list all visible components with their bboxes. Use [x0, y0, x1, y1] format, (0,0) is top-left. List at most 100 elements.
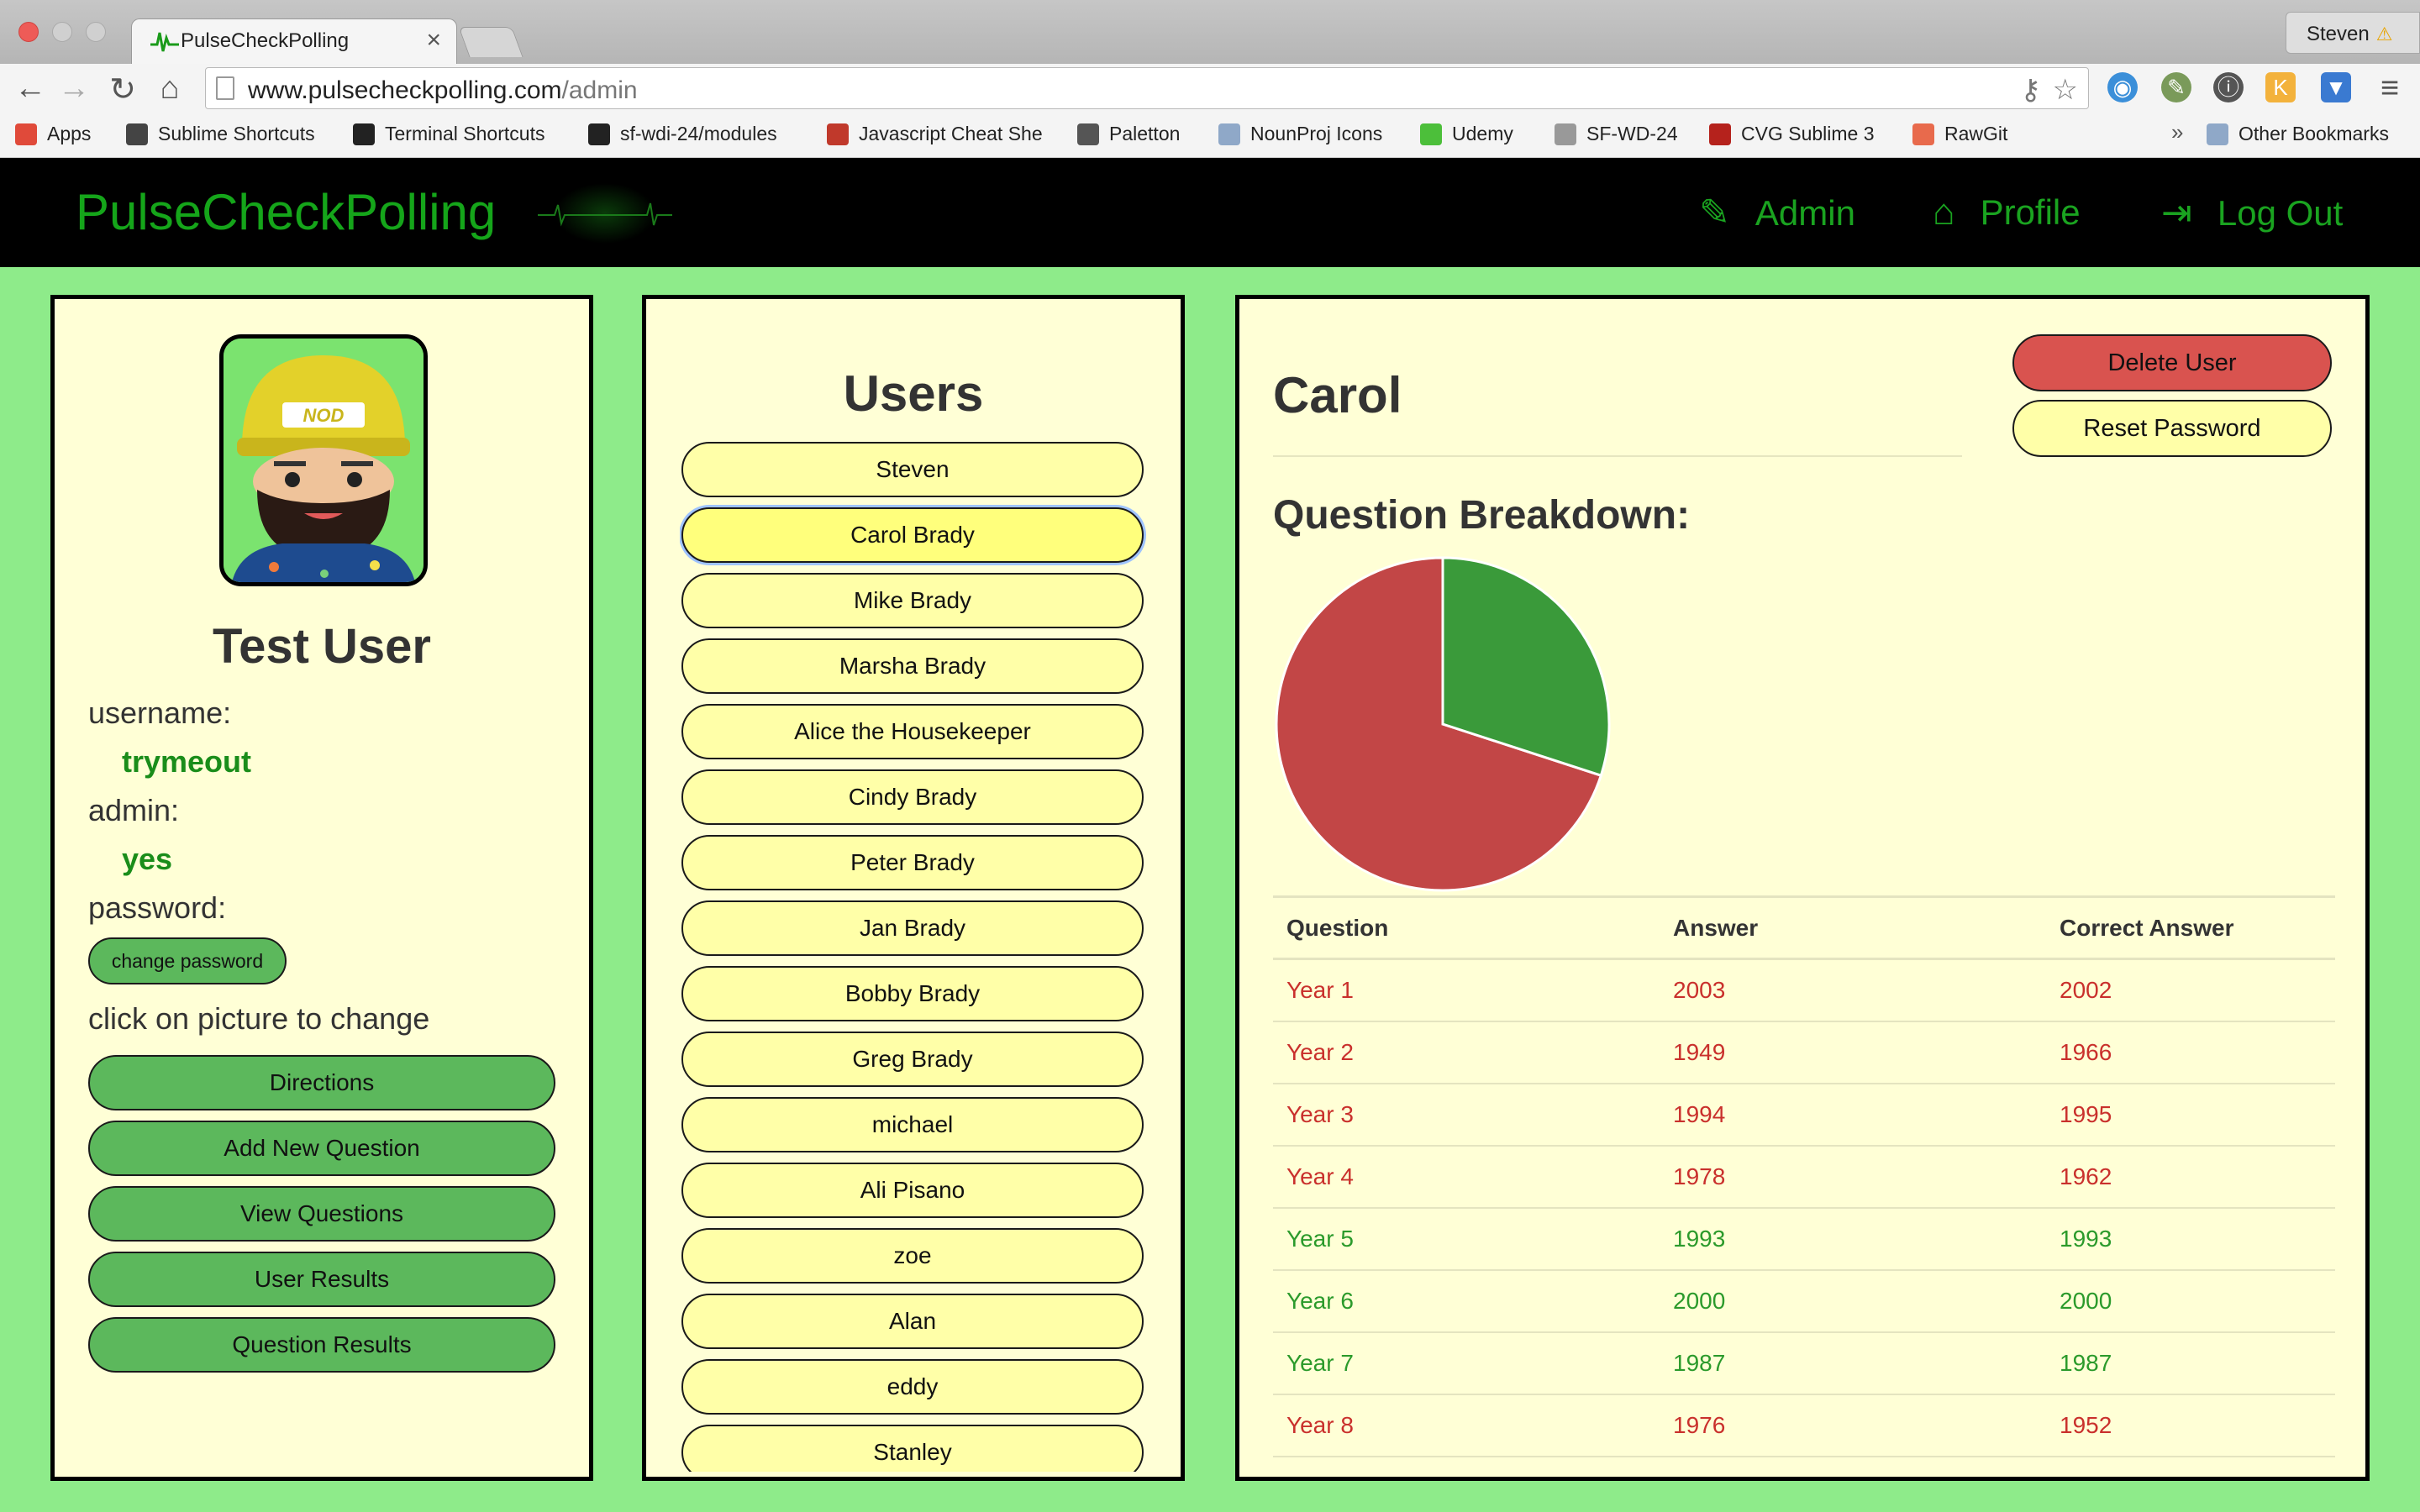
eyedropper-extension-icon[interactable]: ✎: [2161, 72, 2191, 102]
user-list-item[interactable]: Jan Brady: [681, 900, 1144, 956]
column-header: Question: [1273, 895, 1660, 960]
address-bar[interactable]: www.pulsecheckpolling.com/admin ⚷ ☆: [205, 67, 2089, 109]
user-list-item[interactable]: eddy: [681, 1359, 1144, 1415]
user-list-item[interactable]: Bobby Brady: [681, 966, 1144, 1021]
user-list-item[interactable]: Marsha Brady: [681, 638, 1144, 694]
star-bookmark-icon[interactable]: ☆: [2053, 73, 2078, 107]
table-cell-answer: 1976: [1660, 1394, 2046, 1457]
browser-tab[interactable]: PulseCheckPolling ×: [131, 18, 457, 64]
table-cell-question: Year 1: [1273, 958, 1660, 1022]
table-cell-correct: 2002: [2046, 958, 2335, 1022]
bookmark-item[interactable]: CVG Sublime 3: [1709, 123, 1875, 145]
bookmark-item[interactable]: Apps: [15, 123, 91, 145]
user-list-item[interactable]: Alice the Housekeeper: [681, 704, 1144, 759]
sushi-icon: [1912, 123, 1934, 145]
warning-icon: ⚠: [2375, 24, 2393, 45]
kanbanize-extension-icon[interactable]: K: [2265, 72, 2296, 102]
admin-label: admin:: [88, 793, 180, 827]
bookmark-extension-icon[interactable]: ▼: [2321, 72, 2351, 102]
browser-tabstrip: PulseCheckPolling × Steven ⚠: [0, 0, 2420, 64]
table-cell-question: Year 2: [1273, 1021, 1660, 1084]
user-list-item[interactable]: Steven: [681, 442, 1144, 497]
change-password-button[interactable]: change password: [88, 937, 287, 984]
results-table: Question Answer Correct Answer Year 1 2003 2…: [1273, 895, 2335, 1457]
home-icon[interactable]: ⌂: [151, 71, 188, 107]
bookmark-label: sf-wdi-24/modules: [620, 123, 777, 144]
reload-icon[interactable]: ↻: [104, 71, 141, 108]
wrench-icon: ✎: [1699, 192, 1730, 234]
table-row: Year 8 1976 1952: [1273, 1394, 2335, 1457]
tab-close-icon[interactable]: ×: [426, 26, 441, 55]
bookmark-item[interactable]: NounProj Icons: [1218, 123, 1382, 145]
users-title: Users: [843, 365, 984, 422]
table-cell-question: Year 3: [1273, 1083, 1660, 1147]
back-arrow-icon[interactable]: ←: [12, 71, 49, 107]
divider: [1273, 455, 1962, 457]
bookmark-item[interactable]: Sublime Shortcuts: [126, 123, 315, 145]
table-cell-question: Year 8: [1273, 1394, 1660, 1457]
profile-switcher-button[interactable]: Steven ⚠: [2286, 12, 2420, 54]
profile-panel: NOD Test User username: trymeout admin: …: [50, 295, 593, 1481]
other-bookmarks[interactable]: Other Bookmarks: [2207, 123, 2389, 145]
window-minimize-button[interactable]: [52, 22, 72, 42]
nav-link-label: Admin: [1754, 193, 1855, 233]
nav-link-profile[interactable]: ⌂ Profile: [1933, 192, 2081, 234]
delete-user-button[interactable]: Delete User: [2012, 334, 2332, 391]
brand-logo-text[interactable]: PulseCheckPolling: [76, 183, 496, 241]
key-icon[interactable]: ⚷: [2020, 73, 2041, 107]
forward-arrow-icon[interactable]: →: [55, 71, 92, 107]
info-extension-icon[interactable]: ⓘ: [2213, 72, 2244, 102]
avatar[interactable]: NOD: [219, 334, 428, 586]
user-list-item[interactable]: michael: [681, 1097, 1144, 1152]
selected-user-name: Carol: [1273, 367, 1402, 423]
new-tab-button[interactable]: [458, 27, 523, 57]
table-cell-correct: 2000: [2046, 1269, 2335, 1333]
bookmark-item[interactable]: Paletton: [1077, 123, 1180, 145]
page-icon: [1555, 123, 1576, 145]
user-list-item[interactable]: Stanley: [681, 1425, 1144, 1472]
bookmark-item[interactable]: Udemy: [1420, 123, 1513, 145]
book-icon: [827, 123, 849, 145]
bookmark-item[interactable]: sf-wdi-24/modules: [588, 123, 777, 145]
table-cell-answer: 1949: [1660, 1021, 2046, 1084]
window-close-button[interactable]: [18, 22, 39, 42]
user-list-item[interactable]: Cindy Brady: [681, 769, 1144, 825]
users-list[interactable]: Steven Carol Brady Mike Brady Marsha Brady A…: [680, 442, 1147, 1472]
nav-link-log-out[interactable]: ⇥ Log Out: [2161, 192, 2343, 234]
table-cell-question: Year 4: [1273, 1145, 1660, 1209]
table-row: Year 5 1993 1993: [1273, 1207, 2335, 1271]
directions-button[interactable]: Directions: [88, 1055, 555, 1110]
username-value: trymeout: [122, 744, 252, 779]
bookmark-item[interactable]: Terminal Shortcuts: [353, 123, 544, 145]
password-label: password:: [88, 890, 227, 925]
user-list-item[interactable]: Ali Pisano: [681, 1163, 1144, 1218]
bookmark-item[interactable]: Javascript Cheat She: [827, 123, 1043, 145]
user-list-item[interactable]: zoe: [681, 1228, 1144, 1284]
user-list-item[interactable]: Carol Brady: [681, 507, 1144, 563]
user-list-item[interactable]: Alan: [681, 1294, 1144, 1349]
table-cell-answer: 1978: [1660, 1145, 2046, 1209]
bookmarks-overflow-icon[interactable]: »: [2171, 119, 2183, 145]
nav-link-admin[interactable]: ✎ Admin: [1699, 192, 1855, 234]
app-navbar: PulseCheckPolling ✎ Admin ⌂ Profile ⇥ Log Out: [0, 158, 2420, 267]
bookmark-item[interactable]: RawGit: [1912, 123, 2007, 145]
table-cell-answer: 2003: [1660, 958, 2046, 1022]
globe-extension-icon[interactable]: ◉: [2107, 72, 2138, 102]
palette-icon: [1077, 123, 1099, 145]
menu-hamburger-icon[interactable]: ≡: [2371, 71, 2408, 107]
add-new-question-button[interactable]: Add New Question: [88, 1121, 555, 1176]
bookmark-item[interactable]: SF-WD-24: [1555, 123, 1678, 145]
user-list-item[interactable]: Greg Brady: [681, 1032, 1144, 1087]
udemy-icon: [1420, 123, 1442, 145]
bookmark-label: RawGit: [1944, 123, 2008, 144]
url-host: www.pulsecheckpolling.com: [248, 76, 562, 104]
question-results-button[interactable]: Question Results: [88, 1317, 555, 1373]
table-row: Year 7 1987 1987: [1273, 1331, 2335, 1395]
view-questions-button[interactable]: View Questions: [88, 1186, 555, 1242]
table-row: Year 6 2000 2000: [1273, 1269, 2335, 1333]
reset-password-button[interactable]: Reset Password: [2012, 400, 2332, 457]
window-maximize-button[interactable]: [86, 22, 106, 42]
user-results-button[interactable]: User Results: [88, 1252, 555, 1307]
user-list-item[interactable]: Peter Brady: [681, 835, 1144, 890]
user-list-item[interactable]: Mike Brady: [681, 573, 1144, 628]
